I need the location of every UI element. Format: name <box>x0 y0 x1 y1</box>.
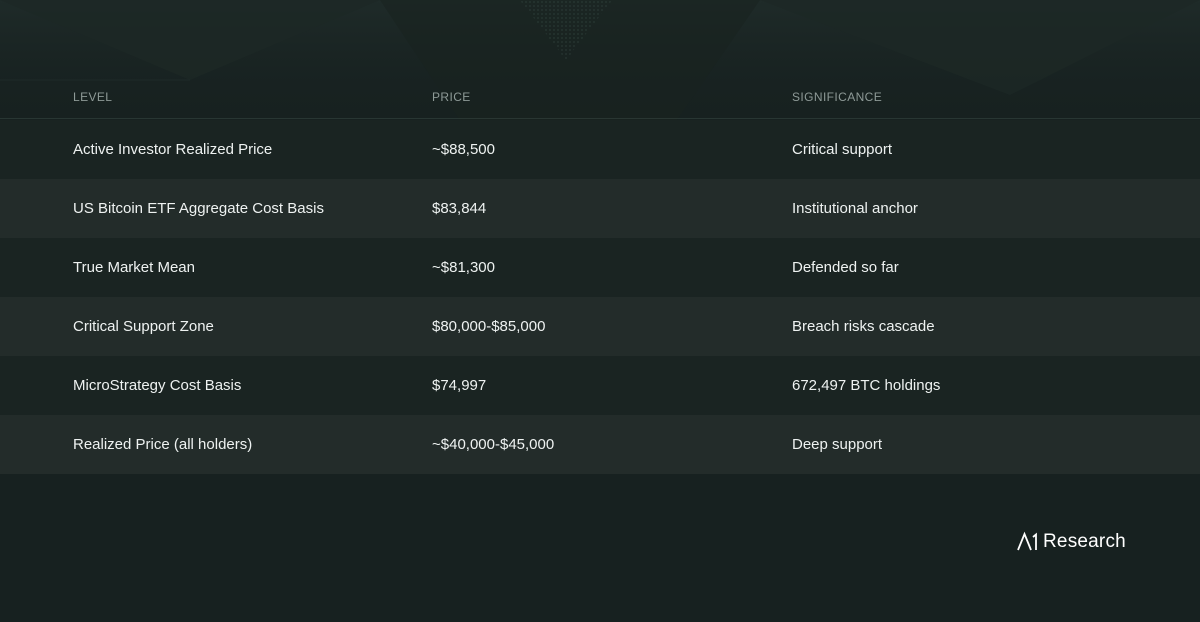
table-row: Active Investor Realized Price ~$88,500 … <box>0 120 1200 179</box>
cell-price: $83,844 <box>432 200 487 217</box>
cell-level: MicroStrategy Cost Basis <box>73 377 242 394</box>
header-level: LEVEL <box>73 90 113 104</box>
table-row: MicroStrategy Cost Basis $74,997 672,497… <box>0 356 1200 415</box>
table-row: US Bitcoin ETF Aggregate Cost Basis $83,… <box>0 179 1200 238</box>
table-header: LEVEL PRICE SIGNIFICANCE <box>0 78 1200 119</box>
cell-price: ~$40,000-$45,000 <box>432 436 555 453</box>
cell-significance: Deep support <box>792 436 883 453</box>
cell-price: $74,997 <box>432 377 487 394</box>
table-row: Realized Price (all holders) ~$40,000-$4… <box>0 415 1200 474</box>
cell-significance: Institutional anchor <box>792 200 918 217</box>
cell-significance: Critical support <box>792 141 893 158</box>
cell-level: Realized Price (all holders) <box>73 436 253 453</box>
table-row: True Market Mean ~$81,300 Defended so fa… <box>0 238 1200 297</box>
cell-significance: Breach risks cascade <box>792 318 935 335</box>
cell-price: ~$81,300 <box>432 259 495 276</box>
cell-level: Critical Support Zone <box>73 318 214 335</box>
cell-significance: 672,497 BTC holdings <box>792 377 941 394</box>
a1-logo-icon <box>1017 531 1037 551</box>
cell-level: US Bitcoin ETF Aggregate Cost Basis <box>73 200 324 217</box>
table-row: Critical Support Zone $80,000-$85,000 Br… <box>0 297 1200 356</box>
cell-price: ~$88,500 <box>432 141 495 158</box>
cell-level: Active Investor Realized Price <box>73 141 273 158</box>
cell-price: $80,000-$85,000 <box>432 318 546 335</box>
cell-level: True Market Mean <box>73 259 195 276</box>
header-significance: SIGNIFICANCE <box>792 90 883 104</box>
header-price: PRICE <box>432 90 471 104</box>
brand-name: Research <box>1043 531 1126 552</box>
brand-logo: Research <box>1016 530 1126 554</box>
cell-significance: Defended so far <box>792 259 899 276</box>
